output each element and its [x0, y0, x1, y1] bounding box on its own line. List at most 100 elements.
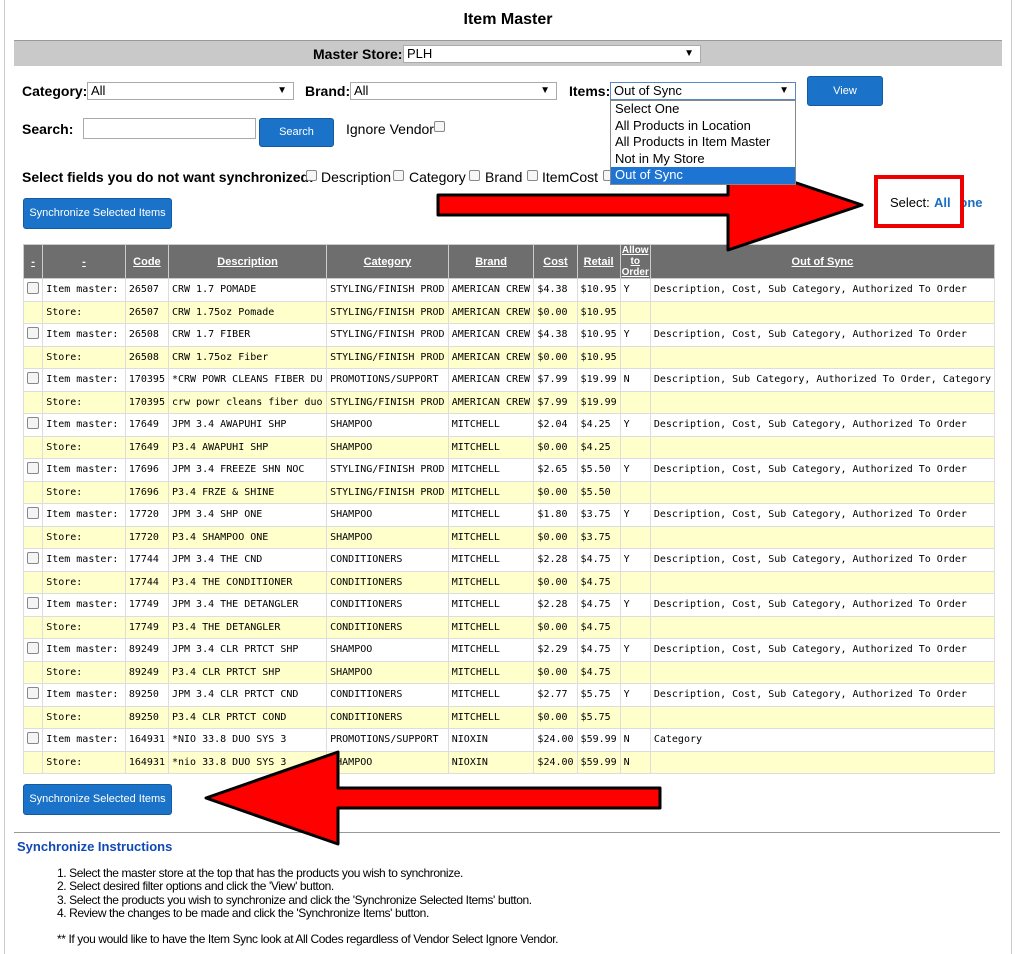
category-checkbox[interactable]	[393, 170, 404, 181]
row-out-of-sync	[649, 615, 996, 639]
brand-checkbox[interactable]	[469, 170, 480, 181]
row-description: P3.4 FRZE & SHINE	[167, 480, 328, 504]
row-brand: AMERICAN CREW	[447, 323, 535, 347]
row-out-of-sync	[649, 750, 996, 774]
row-description: CRW 1.75oz Fiber	[167, 345, 328, 369]
header-brand[interactable]: Brand	[447, 244, 535, 279]
page-title: Item Master	[463, 11, 553, 28]
header-retail[interactable]: Retail	[576, 244, 621, 279]
row-cost: $0.00	[533, 615, 578, 639]
items-option[interactable]: Select One	[611, 101, 795, 118]
row-retail: $4.75	[576, 660, 621, 684]
row-select-cell	[22, 503, 44, 527]
header-code[interactable]: Code	[124, 244, 169, 279]
synchronize-selected-button-top[interactable]: Synchronize Selected Items	[23, 198, 172, 229]
master-store-bar: Master Store: PLH ▼	[14, 40, 1002, 66]
row-allow-to-order	[619, 525, 651, 549]
view-button[interactable]: View	[807, 76, 883, 106]
row-allow-to-order	[619, 705, 651, 729]
row-type: Item master:	[42, 278, 126, 302]
items-option[interactable]: All Products in Location	[611, 118, 795, 135]
row-code: 89250	[124, 705, 169, 729]
row-checkbox[interactable]	[27, 507, 40, 520]
row-checkbox[interactable]	[27, 552, 40, 565]
table-row: Item master: 89249 JPM 3.4 CLR PRTCT SHP SH…	[22, 638, 996, 662]
ignore-vendor-note: ** If you would like to have the Item Sy…	[57, 932, 559, 946]
row-out-of-sync	[649, 390, 996, 414]
row-allow-to-order	[619, 480, 651, 504]
row-type: Store:	[42, 345, 126, 369]
table-row: Item master: 17744 JPM 3.4 THE CND CONDITIO…	[22, 548, 996, 572]
row-description: CRW 1.7 POMADE	[167, 278, 328, 302]
row-type: Item master:	[42, 593, 126, 617]
synchronize-selected-button-bottom[interactable]: Synchronize Selected Items	[23, 784, 172, 815]
row-description: JPM 3.4 FREEZE SHN NOC	[167, 458, 328, 482]
table-row: Item master: 17749 JPM 3.4 THE DETANGLER CO…	[22, 593, 996, 617]
row-category: STYLING/FINISH PROD	[326, 300, 449, 324]
table-row: Store: 17749 P3.4 THE DETANGLER CONDITIONER…	[22, 615, 996, 639]
row-allow-to-order: Y	[619, 458, 651, 482]
row-description: JPM 3.4 CLR PRTCT SHP	[167, 638, 328, 662]
select-all-link[interactable]: All	[934, 195, 951, 210]
row-checkbox[interactable]	[27, 732, 40, 745]
row-cost: $0.00	[533, 345, 578, 369]
row-description: P3.4 CLR PRTCT SHP	[167, 660, 328, 684]
items-option-selected[interactable]: Out of Sync	[611, 167, 795, 184]
master-store-select[interactable]: PLH ▼	[403, 45, 701, 63]
items-option[interactable]: All Products in Item Master	[611, 134, 795, 151]
header-description[interactable]: Description	[167, 244, 328, 279]
row-checkbox[interactable]	[27, 282, 40, 295]
table-row: Store: 17720 P3.4 SHAMPOO ONE SHAMPOO MITCHE…	[22, 525, 996, 549]
itemcost-checkbox[interactable]	[527, 170, 538, 181]
row-cost: $2.04	[533, 413, 578, 437]
table-row: Item master: 164931 *NIO 33.8 DUO SYS 3 PRO…	[22, 728, 996, 752]
table-row: Item master: 26507 CRW 1.7 POMADE STYLING/F…	[22, 278, 996, 302]
row-select-cell	[22, 458, 44, 482]
row-code: 17649	[124, 413, 169, 437]
category-select[interactable]: All ▼	[87, 82, 294, 100]
row-checkbox[interactable]	[27, 372, 40, 385]
row-type: Item master:	[42, 413, 126, 437]
brand-select[interactable]: All ▼	[350, 82, 557, 100]
items-table: - - Code Description Category Brand Cost…	[22, 244, 996, 774]
items-select[interactable]: Out of Sync ▼	[610, 82, 796, 100]
table-row: Item master: 17720 JPM 3.4 SHP ONE SHAMPOO M…	[22, 503, 996, 527]
row-checkbox[interactable]	[27, 597, 40, 610]
row-checkbox[interactable]	[27, 642, 40, 655]
row-description: CRW 1.75oz Pomade	[167, 300, 328, 324]
row-category: SHAMPOO	[326, 638, 449, 662]
row-code: 17720	[124, 503, 169, 527]
row-cost: $0.00	[533, 480, 578, 504]
table-row: Item master: 26508 CRW 1.7 FIBER STYLING/FI…	[22, 323, 996, 347]
items-option[interactable]: Not in My Store	[611, 151, 795, 168]
search-input[interactable]	[83, 118, 256, 139]
row-description: *NIO 33.8 DUO SYS 3	[167, 728, 328, 752]
row-retail: $5.75	[576, 683, 621, 707]
dropdown-arrow-icon: ▼	[779, 85, 789, 96]
header-cost[interactable]: Cost	[533, 244, 578, 279]
table-row: Store: 164931 *nio 33.8 DUO SYS 3 SHAMPOO NI…	[22, 750, 996, 774]
row-brand: NIOXIN	[447, 728, 535, 752]
row-checkbox[interactable]	[27, 417, 40, 430]
row-checkbox[interactable]	[27, 687, 40, 700]
row-allow-to-order	[619, 660, 651, 684]
row-checkbox[interactable]	[27, 327, 40, 340]
search-button[interactable]: Search	[259, 118, 334, 147]
row-checkbox[interactable]	[27, 462, 40, 475]
description-checkbox[interactable]	[306, 170, 317, 181]
row-retail: $19.99	[576, 390, 621, 414]
row-allow-to-order: N	[619, 750, 651, 774]
header-category[interactable]: Category	[326, 244, 449, 279]
header-allow-to-order[interactable]: Allow to Order	[619, 244, 651, 279]
row-select-cell	[22, 570, 44, 594]
row-allow-to-order	[619, 435, 651, 459]
row-allow-to-order: Y	[619, 503, 651, 527]
header-out-of-sync[interactable]: Out of Sync	[649, 244, 996, 279]
row-out-of-sync: Description, Cost, Sub Category, Authori…	[649, 458, 996, 482]
ignore-vendor-checkbox[interactable]	[434, 121, 445, 132]
row-out-of-sync	[649, 345, 996, 369]
row-type: Store:	[42, 480, 126, 504]
row-description: P3.4 AWAPUHI SHP	[167, 435, 328, 459]
items-label: Items:	[569, 83, 611, 99]
row-out-of-sync: Category	[649, 728, 996, 752]
